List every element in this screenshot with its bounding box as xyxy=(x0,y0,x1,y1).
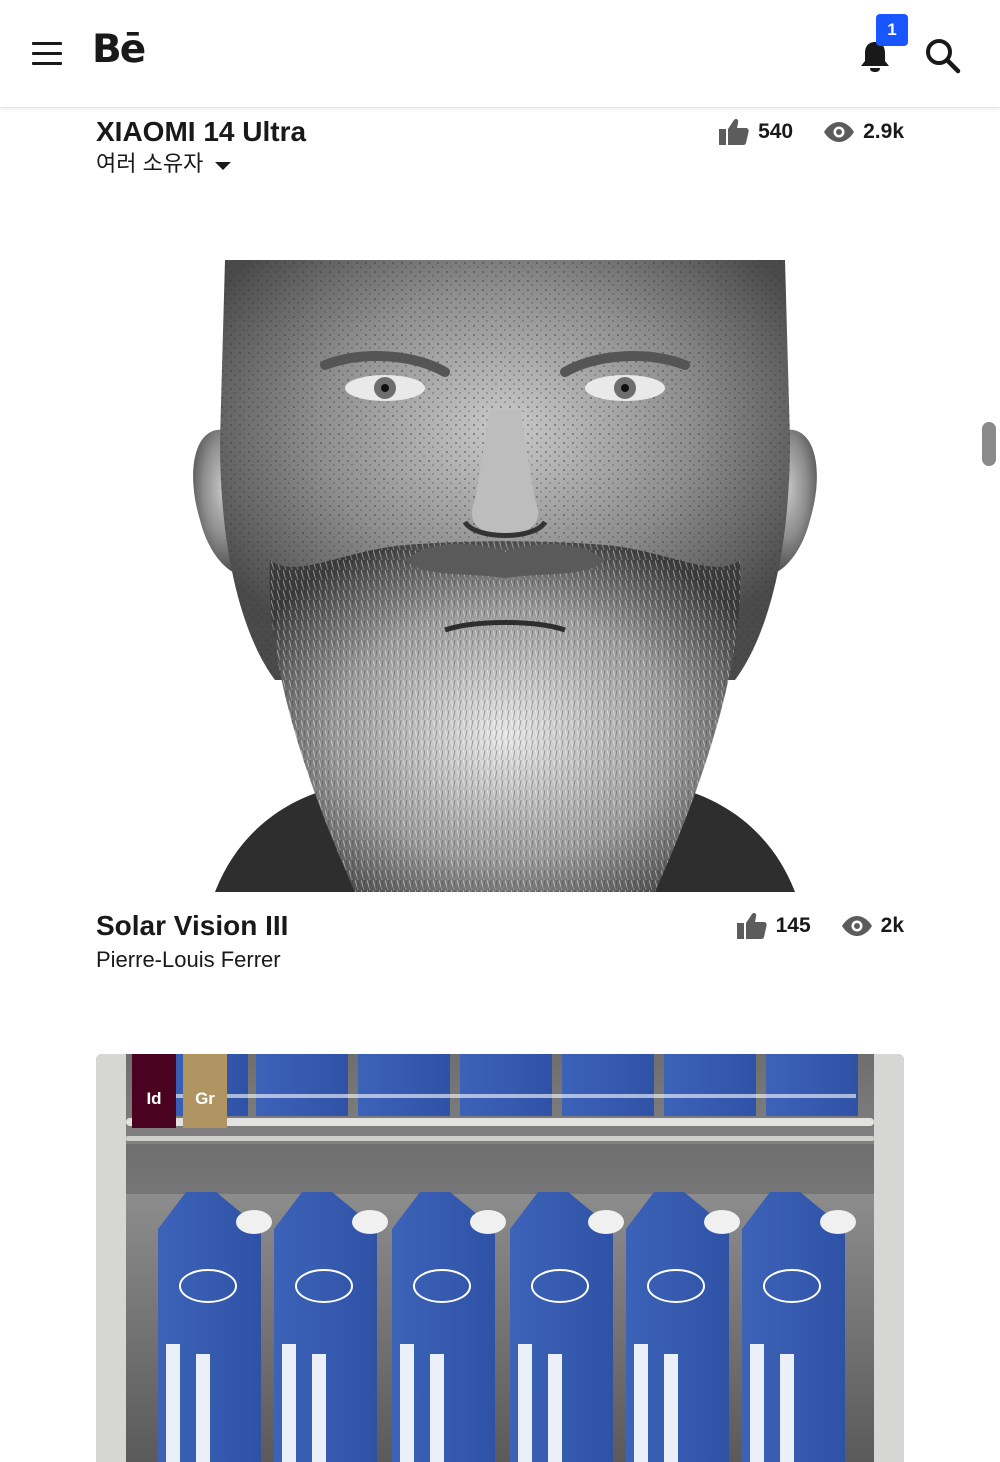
top-navigation-bar: Bē 1 xyxy=(0,0,1000,108)
eye-icon xyxy=(841,916,872,936)
appreciations-stat: 145 xyxy=(736,911,811,941)
thumbs-up-icon xyxy=(736,913,767,939)
views-count: 2k xyxy=(880,914,904,937)
search-icon[interactable] xyxy=(922,34,964,76)
tool-badge-gr: Gr xyxy=(183,1054,227,1128)
project-title[interactable]: Solar Vision III xyxy=(96,910,288,942)
eye-icon xyxy=(824,122,855,142)
project-owner-link[interactable]: Pierre-Louis Ferrer xyxy=(96,947,281,972)
project-stats: 540 2.9k xyxy=(718,117,904,147)
project-owner-label: 여러 소유자 xyxy=(96,151,204,176)
thumbs-up-icon xyxy=(719,119,749,145)
views-stat: 2k xyxy=(841,914,904,938)
appreciations-stat: 540 xyxy=(718,117,793,147)
menu-icon[interactable] xyxy=(30,38,64,68)
project-stats: 145 2k xyxy=(736,911,904,941)
behance-logo[interactable]: Bē xyxy=(92,30,146,69)
appreciations-count: 540 xyxy=(758,120,794,143)
chevron-down-icon xyxy=(215,162,232,171)
project-cover-image[interactable] xyxy=(175,260,835,892)
project-owners-dropdown[interactable]: 여러 소유자 xyxy=(96,151,232,176)
project-title[interactable]: XIAOMI 14 Ultra xyxy=(96,116,306,148)
scrollbar-thumb[interactable] xyxy=(982,422,996,466)
tool-badge-indesign: Id xyxy=(132,1054,176,1128)
notification-count-badge: 1 xyxy=(876,14,908,46)
project-cover-image[interactable]: Id Gr xyxy=(96,1054,904,1462)
appreciations-count: 145 xyxy=(775,914,811,937)
views-count: 2.9k xyxy=(863,120,904,143)
views-stat: 2.9k xyxy=(823,120,904,144)
